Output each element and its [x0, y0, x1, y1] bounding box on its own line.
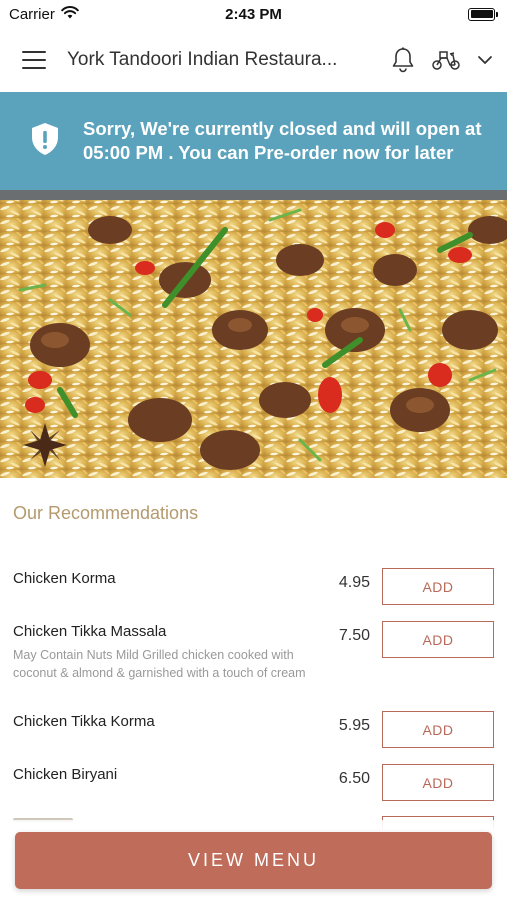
closed-message: Sorry, We're currently closed and will o… [83, 118, 482, 163]
item-description: May Contain Nuts Mild Grilled chicken co… [13, 648, 306, 680]
menu-icon[interactable] [22, 51, 46, 69]
closed-banner: Sorry, We're currently closed and will o… [0, 92, 507, 190]
menu-item: Chicken Korma 4.95 ADD [0, 560, 507, 613]
chevron-down-icon[interactable] [477, 55, 493, 65]
hero-food-image [0, 190, 507, 478]
item-name: Chicken Biryani [13, 766, 118, 783]
menu-item: Chicken Tikka Massala May Contain Nuts M… [0, 613, 507, 703]
battery-fill [470, 10, 493, 18]
carrier-label: Carrier [9, 5, 55, 23]
add-button[interactable]: ADD [382, 764, 494, 801]
item-name: Chicken Tikka Korma [13, 713, 155, 730]
add-button[interactable]: ADD [382, 568, 494, 605]
status-left: Carrier [9, 6, 79, 23]
wifi-icon [61, 5, 79, 23]
biryani-illustration [0, 190, 507, 478]
bell-icon[interactable] [391, 47, 415, 73]
menu-item: Chicken Biryani 6.50 ADD [0, 756, 507, 809]
app-header: York Tandoori Indian Restaura... [0, 28, 507, 92]
header-icons [391, 47, 493, 73]
add-button[interactable]: ADD [382, 711, 494, 748]
battery-icon [468, 7, 498, 21]
item-name: Chicken Tikka Massala [13, 623, 167, 640]
shield-icon [31, 122, 59, 161]
recommendations-list: Chicken Korma 4.95 ADD Chicken Tikka Mas… [0, 560, 507, 809]
add-button[interactable]: ADD [382, 621, 494, 658]
scooter-icon[interactable] [431, 49, 461, 71]
restaurant-title: York Tandoori Indian Restaura... [67, 49, 338, 70]
recommendations-title: Our Recommendations [13, 503, 199, 523]
status-bar: Carrier 2:43 PM [0, 0, 507, 28]
item-price: 7.50 [338, 627, 370, 644]
view-menu-button[interactable]: VIEW MENU [15, 832, 492, 889]
item-price: 4.95 [338, 574, 370, 591]
item-price: 5.95 [338, 717, 370, 734]
menu-item: Chicken Tikka Korma 5.95 ADD [0, 703, 507, 756]
item-price: 6.50 [338, 770, 370, 787]
item-name: Chicken Korma [13, 570, 116, 587]
